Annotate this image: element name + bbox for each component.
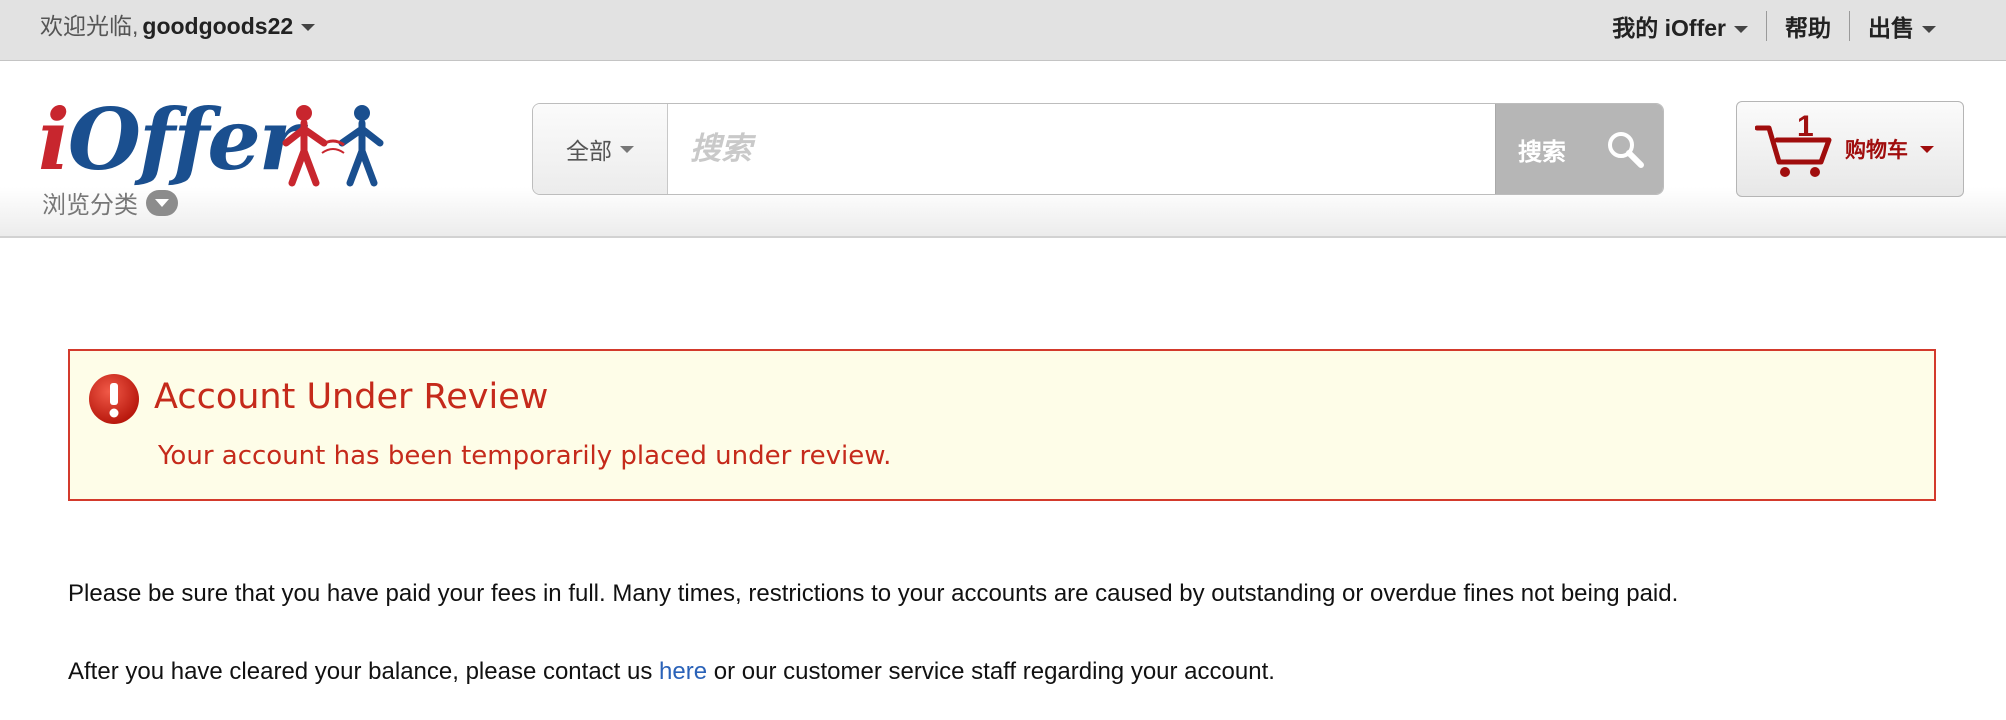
logo-wordmark: iOffer xyxy=(38,90,303,189)
welcome-label: 欢迎光临, xyxy=(40,13,139,39)
fees-notice-text: Please be sure that you have paid your f… xyxy=(68,580,1679,607)
search-category-select[interactable]: 全部 xyxy=(533,104,668,194)
top-bar: 欢迎光临, goodgoods22 我的 iOffer 帮助 出售 xyxy=(0,0,2006,61)
browse-label: 浏览分类 xyxy=(42,192,138,219)
search-input[interactable] xyxy=(668,104,1495,194)
sell-label: 出售 xyxy=(1868,15,1914,41)
cart-icon-wrap: 1 xyxy=(1754,110,1837,180)
site-header: iOffer 浏览分类 全部 搜索 搜索 1 购物车 xyxy=(0,61,2006,238)
account-review-alert: Account Under Review Your account has be… xyxy=(68,349,1936,501)
my-ioffer-menu[interactable]: 我的 iOffer xyxy=(1594,9,1766,43)
chevron-down-icon xyxy=(146,189,178,216)
contact-notice-text: After you have cleared your balance, ple… xyxy=(68,658,1275,686)
contact-text-before: After you have cleared your balance, ple… xyxy=(68,658,660,685)
top-nav: 我的 iOffer 帮助 出售 xyxy=(1594,0,1954,52)
alert-title: Account Under Review xyxy=(154,377,549,417)
exclamation-circle-icon xyxy=(89,374,139,424)
welcome-greeting: 欢迎光临, goodgoods22 xyxy=(40,0,316,52)
my-ioffer-label: 我的 iOffer xyxy=(1612,15,1726,41)
logo-figures-icon xyxy=(282,105,384,187)
browse-categories[interactable]: 浏览分类 xyxy=(42,185,178,220)
chevron-down-icon xyxy=(1734,26,1748,34)
contact-text-after: or our customer service staff regarding … xyxy=(707,658,1275,685)
chevron-down-icon xyxy=(620,145,634,153)
search-icon xyxy=(1608,132,1644,168)
search-category-value: 全部 xyxy=(566,138,612,164)
sell-menu[interactable]: 出售 xyxy=(1850,9,1954,43)
cart-button[interactable]: 1 购物车 xyxy=(1736,101,1964,197)
help-link[interactable]: 帮助 xyxy=(1767,9,1849,43)
alert-message: Your account has been temporarily placed… xyxy=(158,441,892,471)
cart-count-badge: 1 xyxy=(1797,110,1814,143)
chevron-down-icon[interactable] xyxy=(301,24,316,32)
chevron-down-icon xyxy=(1922,26,1936,34)
contact-here-link[interactable]: here xyxy=(659,658,707,685)
username-menu[interactable]: goodgoods22 xyxy=(142,13,293,39)
search-bar: 全部 搜索 xyxy=(532,103,1664,195)
cart-label: 购物车 xyxy=(1845,139,1908,162)
search-button-label: 搜索 xyxy=(1518,138,1566,166)
chevron-down-icon xyxy=(1920,145,1934,153)
search-button[interactable]: 搜索 xyxy=(1495,104,1663,194)
shopping-cart-icon xyxy=(1754,125,1832,177)
